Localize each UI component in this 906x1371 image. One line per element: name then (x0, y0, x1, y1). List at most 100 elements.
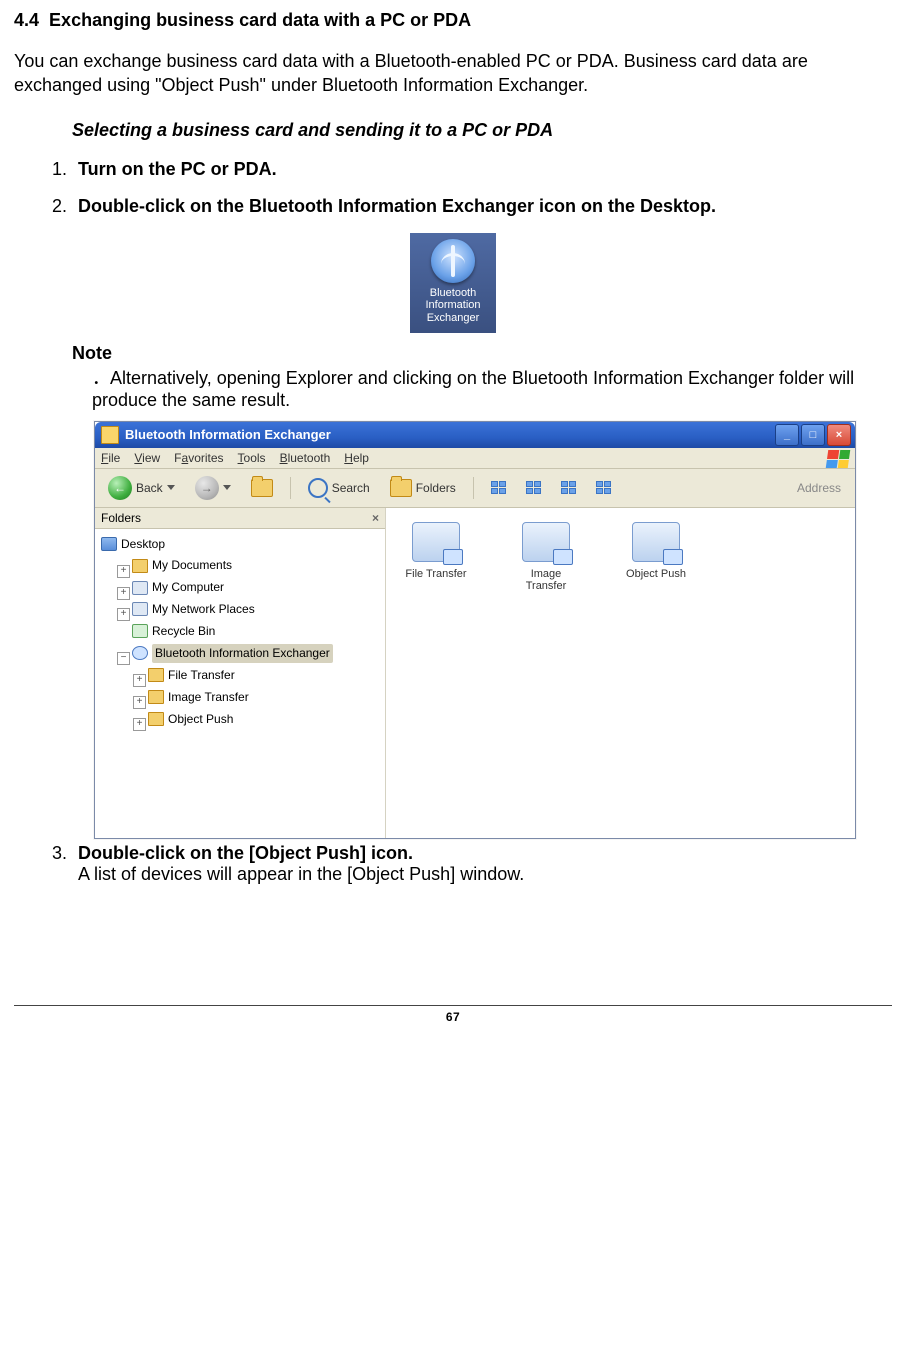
step-3: Double-click on the [Object Push] icon. … (72, 843, 892, 885)
folders-sidebar: Folders × Desktop + My Documents + My Comp… (95, 508, 386, 838)
toolbar-separator (290, 477, 291, 499)
back-dropdown-icon (167, 485, 175, 490)
tree-op-label: Object Push (168, 710, 233, 729)
step-2: Double-click on the Bluetooth Informatio… (72, 196, 892, 217)
page-footer-rule (14, 1005, 892, 1006)
tree-bie[interactable]: − Bluetooth Information Exchanger + File T… (117, 644, 381, 732)
folder-icon (148, 712, 164, 726)
tree-desktop-label: Desktop (121, 535, 165, 554)
collapse-icon[interactable]: − (117, 652, 130, 665)
menu-bluetooth[interactable]: Bluetooth (280, 451, 331, 465)
tree-file-transfer[interactable]: + File Transfer (133, 666, 381, 688)
desktop-icon-label-1: Bluetooth (414, 287, 492, 300)
image-transfer-label: Image Transfer (506, 568, 586, 592)
object-push-label: Object Push (616, 568, 696, 580)
menu-file[interactable]: File (101, 451, 120, 465)
forward-dropdown-icon (223, 485, 231, 490)
window-folder-icon (101, 426, 119, 444)
tree-image-transfer[interactable]: + Image Transfer (133, 688, 381, 710)
computer-icon (132, 581, 148, 595)
search-button[interactable]: Search (301, 475, 377, 501)
tree-my-computer[interactable]: + My Computer (117, 578, 381, 600)
sidebar-header: Folders × (95, 508, 385, 529)
explorer-body: Folders × Desktop + My Documents + My Comp… (95, 508, 855, 838)
view-icon (526, 481, 541, 494)
intro-paragraph: You can exchange business card data with… (14, 49, 892, 98)
subheading: Selecting a business card and sending it… (72, 120, 892, 141)
tree-mydocs-label: My Documents (152, 556, 232, 575)
back-label: Back (136, 481, 163, 495)
expand-icon[interactable]: + (117, 608, 130, 621)
content-pane[interactable]: File Transfer Image Transfer Object Push (386, 508, 855, 838)
step-3-detail: A list of devices will appear in the [Ob… (78, 864, 524, 884)
expand-icon[interactable]: + (133, 696, 146, 709)
view-icon (596, 481, 611, 494)
tree-my-network[interactable]: +My Network Places (117, 600, 381, 622)
titlebar[interactable]: Bluetooth Information Exchanger _ □ × (95, 422, 855, 448)
tree-bie-label: Bluetooth Information Exchanger (152, 644, 333, 663)
desktop-icon-label-2: Information (414, 299, 492, 312)
folders-button[interactable]: Folders (383, 476, 463, 500)
note-block: Note ．Alternatively, opening Explorer an… (72, 343, 892, 411)
object-push-icon[interactable]: Object Push (616, 522, 696, 580)
maximize-button[interactable]: □ (801, 424, 825, 446)
bluetooth-exchanger-desktop-icon[interactable]: Bluetooth Information Exchanger (410, 233, 496, 333)
menu-tools[interactable]: Tools (238, 451, 266, 465)
section-title-text: Exchanging business card data with a PC … (49, 10, 471, 30)
folder-icon (148, 690, 164, 704)
tree-my-documents[interactable]: + My Documents (117, 556, 381, 578)
step-1: Turn on the PC or PDA. (72, 159, 892, 180)
folder-icon (148, 668, 164, 682)
menu-help[interactable]: Help (344, 451, 369, 465)
views-button-2[interactable] (519, 478, 548, 497)
tree-recycle-bin[interactable]: Recycle Bin (117, 622, 381, 644)
folder-tree[interactable]: Desktop + My Documents + My Computer +My N… (95, 529, 385, 838)
step-1-title: Turn on the PC or PDA. (78, 159, 277, 179)
views-button-3[interactable] (554, 478, 583, 497)
forward-button[interactable]: → (188, 473, 238, 503)
file-transfer-icon[interactable]: File Transfer (396, 522, 476, 580)
steps-list: Turn on the PC or PDA. Double-click on t… (14, 159, 892, 217)
expand-icon[interactable]: + (133, 718, 146, 731)
explorer-window: Bluetooth Information Exchanger _ □ × Fi… (94, 421, 856, 839)
tree-object-push[interactable]: + Object Push (133, 710, 381, 732)
desktop-icon (101, 537, 117, 551)
network-icon (132, 602, 148, 616)
views-button-4[interactable] (589, 478, 618, 497)
menu-favorites[interactable]: Favorites (174, 451, 223, 465)
step-3-title: Double-click on the [Object Push] icon. (78, 843, 413, 863)
file-transfer-glyph-icon (412, 522, 460, 562)
tree-ft-label: File Transfer (168, 666, 235, 685)
back-arrow-icon: ← (108, 476, 132, 500)
view-icon (561, 481, 576, 494)
note-label: Note (72, 343, 892, 364)
step-2-title: Double-click on the Bluetooth Informatio… (78, 196, 716, 216)
note-body: Alternatively, opening Explorer and clic… (92, 368, 854, 410)
up-folder-icon (251, 479, 273, 497)
windows-flag-icon (826, 450, 851, 468)
tree-it-label: Image Transfer (168, 688, 249, 707)
expand-icon[interactable]: + (133, 674, 146, 687)
search-icon (308, 478, 328, 498)
expand-icon[interactable]: + (117, 587, 130, 600)
sidebar-title: Folders (101, 511, 141, 525)
views-button-1[interactable] (484, 478, 513, 497)
note-bullet: ． (92, 368, 110, 388)
search-label: Search (332, 481, 370, 495)
image-transfer-icon[interactable]: Image Transfer (506, 522, 586, 592)
back-button[interactable]: ← Back (101, 473, 182, 503)
close-button[interactable]: × (827, 424, 851, 446)
folder-icon (132, 559, 148, 573)
desktop-icon-label-3: Exchanger (414, 312, 492, 325)
menu-view[interactable]: View (134, 451, 160, 465)
recycle-icon (132, 624, 148, 638)
sidebar-close-button[interactable]: × (372, 511, 379, 525)
view-icon (491, 481, 506, 494)
tree-desktop[interactable]: Desktop + My Documents + My Computer +My N… (101, 535, 381, 732)
expand-icon[interactable]: + (117, 565, 130, 578)
minimize-button[interactable]: _ (775, 424, 799, 446)
steps-list-cont: Double-click on the [Object Push] icon. … (14, 843, 892, 885)
tree-mycomp-label: My Computer (152, 578, 224, 597)
up-button[interactable] (244, 476, 280, 500)
toolbar: ← Back → Search Folders Address (95, 469, 855, 508)
